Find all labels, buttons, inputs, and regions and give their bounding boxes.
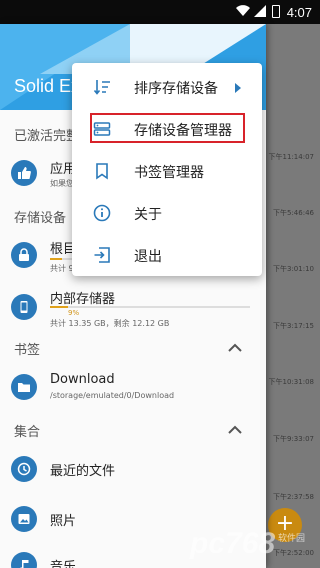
internal-storage-title: 内部存储器 [50,292,116,307]
image-icon [11,506,37,532]
section-bookmarks: 书签 [14,343,41,358]
menu-item-about[interactable]: 关于 [72,192,262,232]
wifi-icon [236,5,250,17]
menu-label: 关于 [134,207,162,223]
menu-label: 排序存储设备 [134,81,218,97]
menu-label: 书签管理器 [134,165,204,181]
history-icon [11,456,37,482]
menu-item-bookmark-manager[interactable]: 书签管理器 [72,150,262,190]
collection-item-recent[interactable]: 最近的文件 [0,452,266,492]
bg-timestamp: 下午9:33:07 [273,435,314,443]
download-path: /storage/emulated/0/Download [50,391,175,400]
bg-timestamp: 下午3:17:15 [273,322,314,330]
highlight-box [90,113,245,143]
status-bar: 4:07 [0,0,320,24]
chevron-up-icon[interactable] [228,425,242,435]
bg-timestamp: 下午3:01:10 [273,265,314,273]
internal-usage-bar [50,306,250,308]
recent-files-title: 最近的文件 [50,464,116,479]
section-storage: 存储设备 [14,211,67,226]
storage-item-internal[interactable]: 内部存储器 9% 共计 13.35 GB，剩余 12.12 GB [0,286,266,336]
bg-timestamp: 下午11:14:07 [268,153,314,161]
phone-icon [11,294,37,320]
status-time: 4:07 [286,5,312,20]
bookmark-icon [96,163,108,180]
overflow-menu: 排序存储设备 存储设备管理器 书签管理器 关于 退出 [72,63,262,276]
signal-icon [254,5,266,17]
bg-timestamp: 下午2:52:00 [273,549,314,557]
watermark: pc768 [190,527,276,560]
internal-usage-percent: 9% [68,309,80,317]
bg-timestamp: 下午2:37:58 [273,493,314,501]
download-title: Download [50,372,115,387]
exit-icon [94,247,110,263]
bookmark-item-download[interactable]: Download /storage/emulated/0/Download [0,364,266,410]
watermark-sub: 软件园 [278,534,306,544]
info-icon [93,204,111,222]
bg-timestamp: 下午10:31:08 [268,378,314,386]
menu-item-sort-storage[interactable]: 排序存储设备 [72,66,262,106]
thumbs-up-icon [11,160,37,186]
submenu-arrow-icon [235,83,241,93]
music-title: 音乐 [50,560,77,568]
music-note-icon [11,552,37,568]
chevron-up-icon[interactable] [228,343,242,353]
bg-timestamp: 下午5:46:46 [273,209,314,217]
section-collections: 集合 [14,425,41,440]
menu-label: 退出 [134,249,162,265]
sort-icon [93,80,110,95]
internal-storage-subtitle: 共计 13.35 GB，剩余 12.12 GB [50,319,170,328]
folder-icon [11,374,37,400]
lock-icon [11,242,37,268]
battery-icon [272,5,280,18]
menu-item-exit[interactable]: 退出 [72,234,262,274]
photos-title: 照片 [50,514,77,529]
